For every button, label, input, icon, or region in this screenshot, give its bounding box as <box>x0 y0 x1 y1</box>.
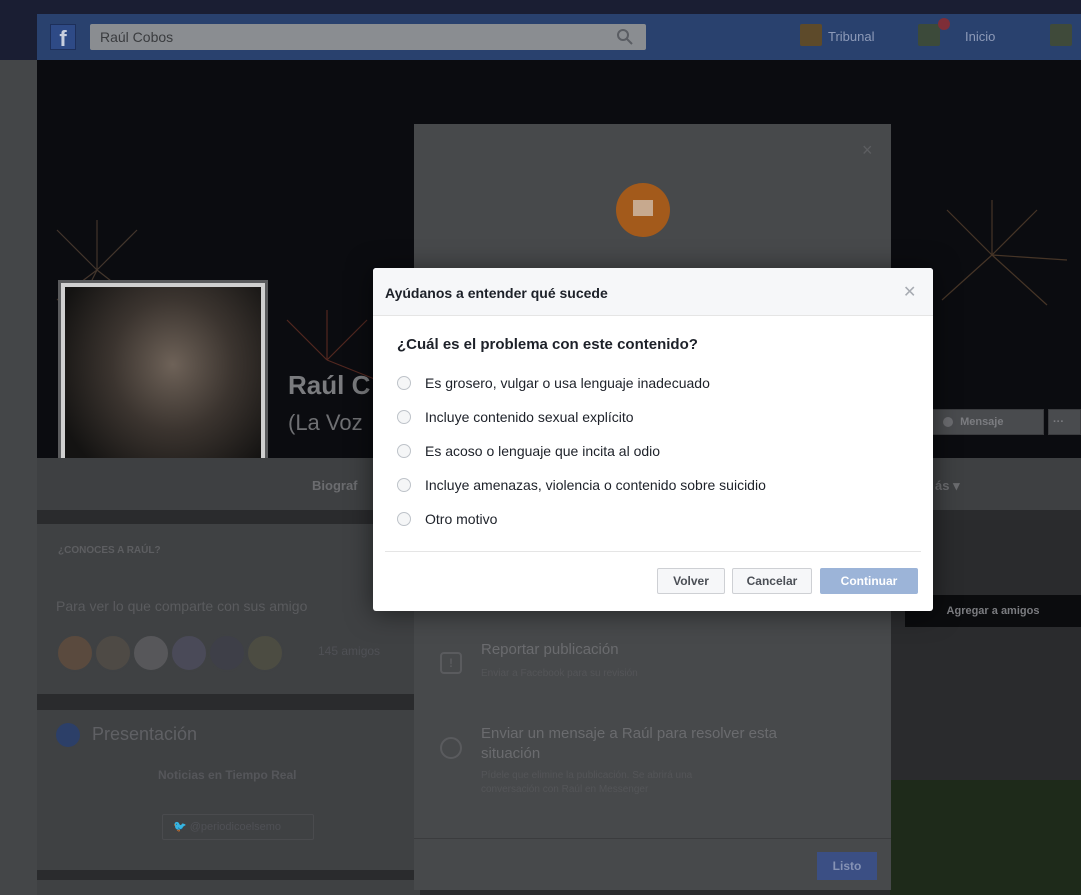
profile-subtitle: (La Voz <box>288 410 363 435</box>
option-other[interactable]: Otro motivo <box>397 508 497 530</box>
friend-avatar[interactable] <box>246 634 284 672</box>
radio-button[interactable] <box>397 444 411 458</box>
messenger-icon <box>943 417 953 428</box>
modal-divider <box>385 551 921 552</box>
profile-name: Raúl C <box>288 370 371 400</box>
friend-avatar[interactable] <box>132 634 170 672</box>
message-button[interactable]: Mensaje <box>932 409 1044 435</box>
message-button-label: Mensaje <box>960 416 1004 428</box>
option-harassment[interactable]: Es acoso o lenguaje que incita al odio <box>397 440 660 462</box>
send-message-desc: Pídele que elimine la publicación. Se ab… <box>481 770 693 781</box>
close-icon[interactable]: ✕ <box>903 282 916 302</box>
done-button[interactable]: Listo <box>817 852 877 880</box>
feedback-modal: Ayúdanos a entender qué sucede ✕ ¿Cuál e… <box>373 268 933 611</box>
option-label: Otro motivo <box>425 511 498 527</box>
friends-count-link[interactable]: 145 amigos <box>318 644 380 658</box>
post-image <box>890 780 1081 895</box>
option-label: Incluye amenazas, violencia o contenido … <box>425 477 766 493</box>
friend-avatar[interactable] <box>94 634 132 672</box>
left-gutter <box>0 60 37 895</box>
bottom-card <box>37 880 420 895</box>
option-rude[interactable]: Es grosero, vulgar o usa lenguaje inadec… <box>397 372 710 394</box>
send-message-title[interactable]: Enviar un mensaje a Raúl para resolver e… <box>481 725 777 742</box>
modal-question: ¿Cuál es el problema con este contenido? <box>397 336 698 353</box>
intro-text: Noticias en Tiempo Real <box>158 768 297 782</box>
report-post-desc: Enviar a Facebook para su revisión <box>481 668 638 679</box>
radio-button[interactable] <box>397 478 411 492</box>
report-close-icon[interactable]: × <box>862 140 873 161</box>
report-post-title[interactable]: Reportar publicación <box>481 641 619 658</box>
nav-tribunal[interactable]: Tribunal <box>828 25 874 49</box>
report-footer-divider <box>414 838 891 839</box>
send-message-title-line2[interactable]: situación <box>481 745 540 762</box>
option-violence[interactable]: Incluye amenazas, violencia o contenido … <box>397 474 766 496</box>
nav-inicio[interactable]: Inicio <box>965 25 995 49</box>
option-label: Incluye contenido sexual explícito <box>425 409 634 425</box>
facebook-logo-icon[interactable]: f <box>50 24 76 51</box>
radio-button[interactable] <box>397 410 411 424</box>
more-options-button[interactable]: ··· <box>1048 409 1081 435</box>
send-message-desc-line2: conversación con Raúl en Messenger <box>481 784 649 795</box>
know-label: ¿CONOCES A RAÚL? <box>58 545 161 556</box>
profile-picture[interactable] <box>58 280 268 488</box>
radio-button[interactable] <box>397 512 411 526</box>
friend-avatar[interactable] <box>208 634 246 672</box>
know-text: Para ver lo que comparte con sus amigo <box>56 598 308 614</box>
twitter-icon: 🐦 <box>173 821 190 833</box>
search-input[interactable]: Raúl Cobos <box>90 24 646 50</box>
option-label: Es grosero, vulgar o usa lenguaje inadec… <box>425 375 710 391</box>
friend-avatar[interactable] <box>56 634 94 672</box>
back-button[interactable]: Volver <box>657 568 725 594</box>
friend-avatar[interactable] <box>170 634 208 672</box>
tribunal-avatar-icon[interactable] <box>800 24 822 46</box>
messenger-bubble-icon <box>440 737 462 759</box>
modal-title: Ayúdanos a entender qué sucede <box>385 285 608 301</box>
twitter-handle: @periodicoelsemo <box>189 821 282 833</box>
cancel-button[interactable]: Cancelar <box>732 568 812 594</box>
tab-biography[interactable]: Biograf <box>312 478 358 493</box>
radio-button[interactable] <box>397 376 411 390</box>
people-icon[interactable] <box>1050 24 1072 46</box>
option-label: Es acoso o lenguaje que incita al odio <box>425 443 661 459</box>
globe-icon <box>56 723 80 747</box>
intro-title: Presentación <box>92 724 198 744</box>
continue-button[interactable]: Continuar <box>820 568 918 594</box>
tab-more[interactable]: ás ▾ <box>935 478 960 494</box>
report-exclamation-icon: ! <box>440 652 462 674</box>
option-sexual[interactable]: Incluye contenido sexual explícito <box>397 406 634 428</box>
profile-photo-image <box>65 287 261 481</box>
search-icon[interactable] <box>616 28 634 46</box>
report-flag-icon <box>616 183 670 237</box>
modal-header: Ayúdanos a entender qué sucede ✕ <box>373 268 933 316</box>
twitter-link[interactable]: 🐦 @periodicoelsemo <box>162 814 314 840</box>
notification-badge <box>938 18 950 30</box>
friend-requests-icon[interactable] <box>918 24 940 46</box>
